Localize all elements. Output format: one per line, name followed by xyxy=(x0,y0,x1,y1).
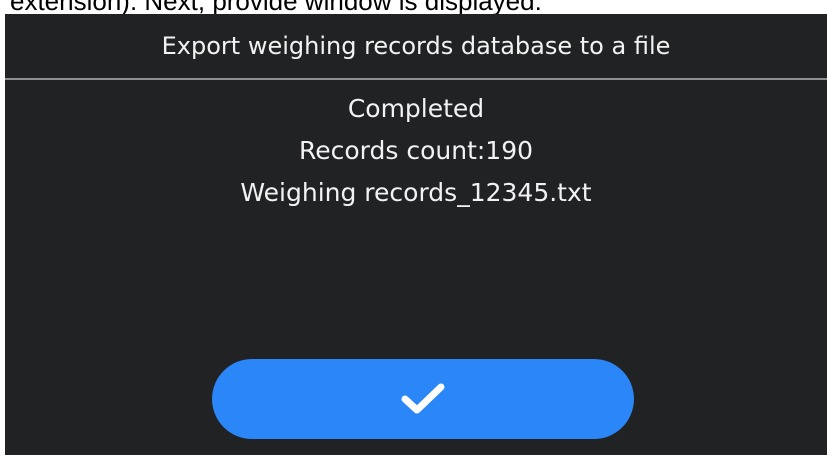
export-status-text: Completed xyxy=(347,94,485,123)
export-file-name-text: Weighing records_12345.txt xyxy=(240,178,592,207)
export-result-message: Completed Records count:190 Weighing rec… xyxy=(5,88,827,214)
export-dialog-screen: Export weighing records database to a fi… xyxy=(5,14,827,455)
dialog-title: Export weighing records database to a fi… xyxy=(161,32,671,60)
title-divider xyxy=(5,78,827,80)
document-caption-text: extension). Next, provide window is disp… xyxy=(10,0,542,16)
records-count-text: Records count:190 xyxy=(298,136,534,165)
checkmark-icon xyxy=(401,383,445,414)
confirm-button[interactable] xyxy=(212,359,634,439)
